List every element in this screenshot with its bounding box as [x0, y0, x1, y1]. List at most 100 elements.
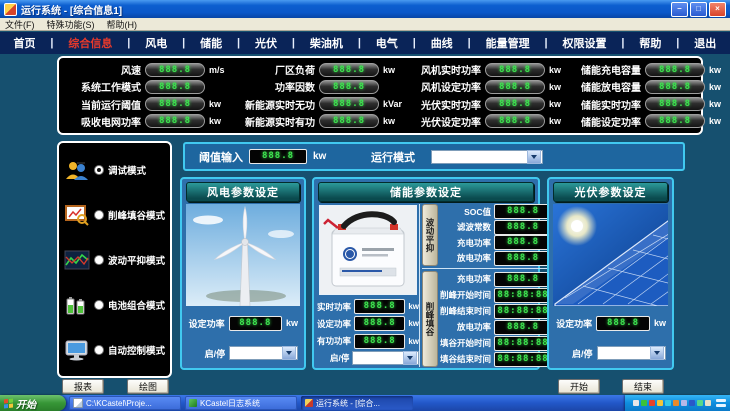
metrics-row: 当前运行阈值888.8kw 新能源实时无功888.8kVar 光伏实时功率888…	[67, 97, 693, 112]
taskbar-item-run-system[interactable]: 运行系统 - [综合...	[301, 396, 413, 410]
peak-end-time-input[interactable]: 88:88:88	[494, 304, 552, 319]
led-display: 888.8	[319, 80, 379, 94]
nav-wind[interactable]: 风电	[145, 35, 167, 51]
menu-file[interactable]: 文件(F)	[5, 18, 35, 31]
taskbar-item-log-system[interactable]: KCastel日志系统	[185, 396, 297, 410]
menu-help[interactable]: 帮助(H)	[107, 18, 138, 31]
storage-set-power-input[interactable]: 888.8	[354, 316, 405, 331]
led-display: 888.8	[485, 97, 545, 111]
metric-grid-absorb: 吸收电网功率888.8kw	[67, 114, 233, 129]
metrics-row: 吸收电网功率888.8kw 新能源实时有功888.8kw 光伏设定功率888.8…	[67, 114, 693, 129]
chevron-down-icon[interactable]	[403, 351, 417, 365]
storage-start-stop-select[interactable]	[352, 351, 419, 365]
tray-icon[interactable]	[705, 400, 711, 406]
nav-bar: 首页 | 综合信息 | 风电 | 储能 | 光伏 | 柴油机 | 电气 | 曲线…	[0, 32, 730, 54]
radio-battery-combo-mode[interactable]	[94, 300, 104, 310]
nav-help[interactable]: 帮助	[639, 35, 661, 51]
led-display: 888.8	[319, 97, 379, 111]
menu-bar: 文件(F) 特殊功能(S) 帮助(H)	[0, 18, 730, 31]
threshold-input[interactable]: 888.8	[249, 149, 307, 164]
storage-panel-header: 储能参数设定	[318, 182, 534, 202]
tray-icon[interactable]	[673, 400, 679, 406]
valley-end-time-input[interactable]: 88:88:88	[494, 352, 552, 367]
nav-energy-mgmt[interactable]: 能量管理	[486, 35, 530, 51]
ps-discharge-power-input[interactable]: 888.8	[494, 320, 552, 335]
led-display: 888.8	[145, 97, 205, 111]
nav-overview[interactable]: 综合信息	[68, 35, 112, 51]
charge-power-input[interactable]: 888.8	[494, 235, 552, 250]
nav-diesel[interactable]: 柴油机	[310, 35, 343, 51]
smoothing-tab: 波动平抑	[422, 204, 438, 266]
chevron-down-icon[interactable]	[650, 346, 664, 360]
nav-solar[interactable]: 光伏	[255, 35, 277, 51]
tray-icon[interactable]	[633, 400, 639, 406]
wind-set-power-input[interactable]: 888.8	[229, 316, 282, 331]
metric-system-mode: 系统工作模式888.8	[67, 79, 233, 94]
tray-icon[interactable]	[689, 400, 695, 406]
solar-set-power-input[interactable]: 888.8	[596, 316, 650, 331]
nav-separator: |	[292, 37, 295, 49]
wind-start-stop-select[interactable]	[229, 346, 298, 360]
metric-storage-setpoint: 储能设定功率888.8kw	[565, 114, 725, 129]
maximize-button[interactable]: □	[690, 2, 707, 17]
tray-icon[interactable]	[649, 400, 655, 406]
wind-turbine-image	[186, 204, 300, 306]
start-button[interactable]: 开始	[0, 395, 66, 411]
nav-separator: |	[182, 37, 185, 49]
mode-option-battery-combo[interactable]: 电池组合模式	[64, 294, 165, 316]
tray-icon[interactable]	[697, 400, 703, 406]
end-run-button[interactable]: 结束	[622, 379, 664, 394]
start-run-button[interactable]: 开始	[558, 379, 600, 394]
mode-option-debug[interactable]: 调试模式	[64, 159, 165, 181]
run-mode-select[interactable]	[431, 150, 543, 164]
wave-chart-icon	[64, 249, 90, 271]
nav-curves[interactable]: 曲线	[431, 35, 453, 51]
mode-option-peak-shaving[interactable]: 削峰填谷模式	[64, 204, 165, 226]
nav-separator: |	[127, 37, 130, 49]
led-display: 888.8	[145, 80, 205, 94]
metric-current-threshold: 当前运行阈值888.8kw	[67, 97, 233, 112]
nav-home[interactable]: 首页	[13, 35, 35, 51]
filter-const-input[interactable]: 888.8	[494, 220, 552, 235]
close-button[interactable]: ×	[709, 2, 726, 17]
taskbar-item-folder[interactable]: C:\KCastel\Proje...	[69, 396, 181, 410]
ps-charge-power-input[interactable]: 888.8	[494, 272, 552, 287]
nav-storage[interactable]: 储能	[200, 35, 222, 51]
nav-separator: |	[413, 37, 416, 49]
peak-start-time-input[interactable]: 88:88:88	[494, 288, 552, 303]
threshold-bar: 阈值输入 888.8 kw 运行模式	[183, 142, 685, 171]
chevron-down-icon[interactable]	[527, 150, 541, 164]
valley-start-time-input[interactable]: 88:88:88	[494, 336, 552, 351]
clock-area	[716, 399, 726, 407]
battery-image	[319, 205, 417, 295]
nav-separator: |	[50, 37, 53, 49]
nav-electric[interactable]: 电气	[376, 35, 398, 51]
radio-auto-control-mode[interactable]	[94, 345, 104, 355]
led-display: 888.8	[485, 63, 545, 77]
chart-magnifier-icon	[64, 204, 90, 226]
mode-option-auto-control[interactable]: 自动控制模式	[64, 339, 165, 361]
tray-icon[interactable]	[681, 400, 687, 406]
tray-icon[interactable]	[641, 400, 647, 406]
solar-set-power-row: 设定功率 888.8 kw	[555, 316, 666, 331]
chevron-down-icon[interactable]	[282, 346, 296, 360]
window-title: 运行系统 - [综合信息1]	[21, 2, 671, 17]
mode-option-smoothing[interactable]: 波动平抑模式	[64, 249, 165, 271]
solar-start-stop-select[interactable]	[597, 346, 667, 360]
solar-array-image	[553, 204, 668, 306]
discharge-power-input[interactable]: 888.8	[494, 251, 552, 266]
radio-debug-mode[interactable]	[94, 165, 104, 175]
led-display: 888.8	[645, 114, 705, 128]
draw-button[interactable]: 绘图	[127, 379, 169, 394]
tray-icon[interactable]	[665, 400, 671, 406]
menu-special[interactable]: 特殊功能(S)	[47, 18, 95, 31]
radio-smoothing-mode[interactable]	[94, 255, 104, 265]
peak-shaving-tab: 削峰填谷	[422, 271, 438, 367]
tray-icon[interactable]	[657, 400, 663, 406]
minimize-button[interactable]: –	[671, 2, 688, 17]
report-button[interactable]: 报表	[62, 379, 104, 394]
metric-solar-setpoint: 光伏设定功率888.8kw	[407, 114, 565, 129]
radio-peak-shaving-mode[interactable]	[94, 210, 104, 220]
nav-permissions[interactable]: 权限设置	[562, 35, 606, 51]
nav-exit[interactable]: 退出	[694, 35, 716, 51]
